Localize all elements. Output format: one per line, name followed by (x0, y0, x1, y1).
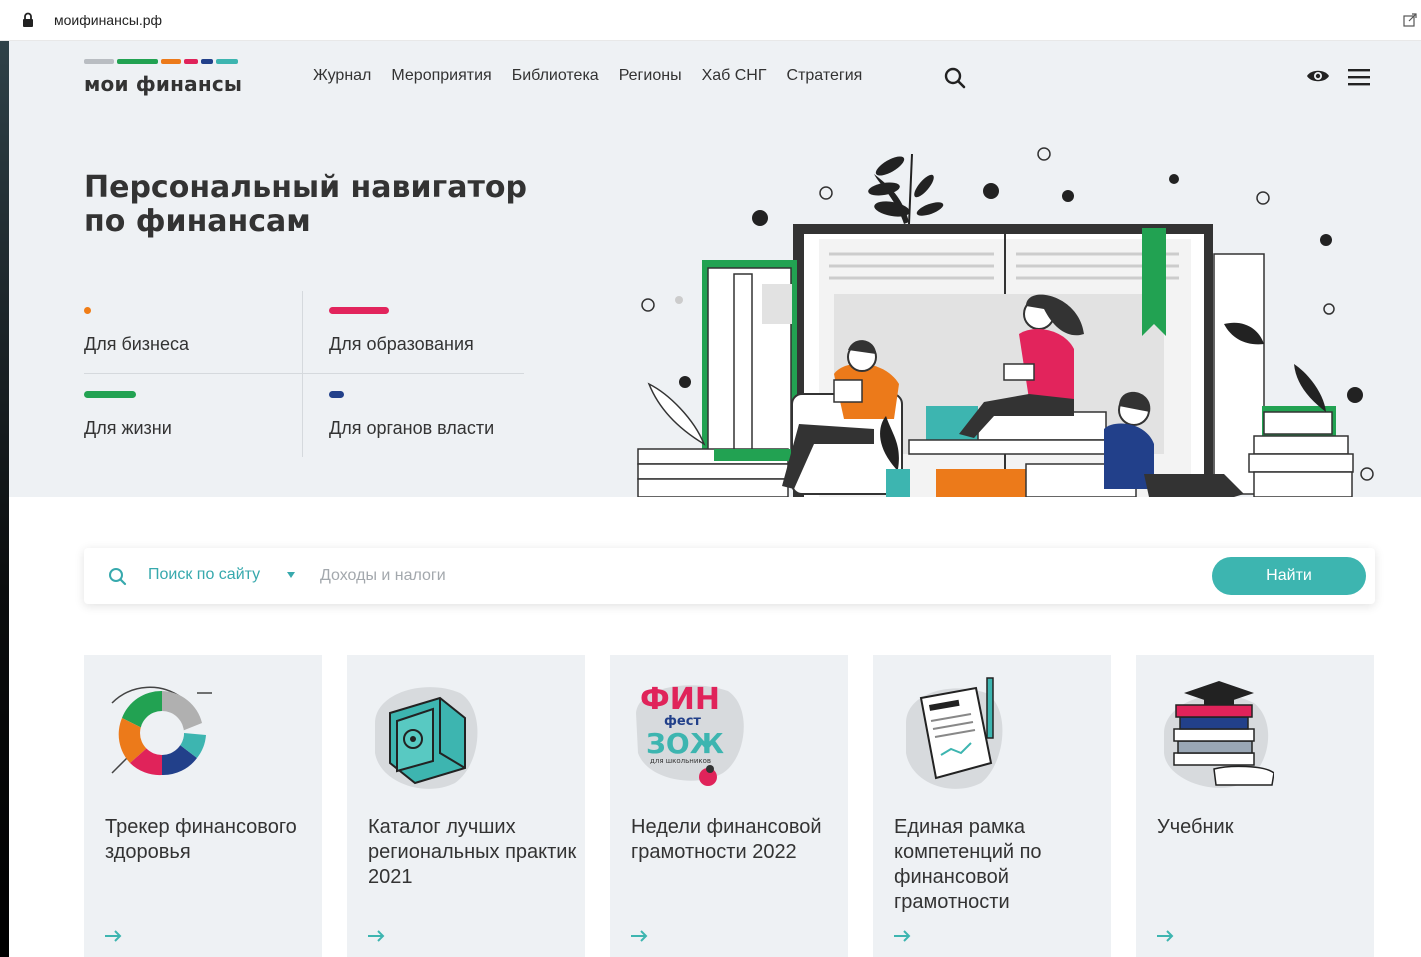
browser-address-bar: моифинансы.рф (0, 0, 1421, 41)
audience-label: Для жизни (84, 418, 172, 438)
fin-zozh-logo-icon (111, 686, 212, 776)
search-submit-button[interactable]: Найти (1212, 557, 1366, 595)
search-icon[interactable] (108, 567, 127, 586)
card-title: Трекер финансового здоровья (105, 816, 297, 863)
arrow-right-icon[interactable] (105, 929, 123, 943)
card-title: Единая рамка компетенций по финансовой г… (894, 816, 1042, 913)
plant-top (868, 153, 944, 225)
caret-down-icon[interactable] (287, 572, 295, 578)
finfest-zozh-icon: ФИН фест ЗОЖ для школьников (636, 682, 744, 786)
audience-color-bar (329, 391, 344, 398)
search-scope-dropdown[interactable]: Поиск по сайту (148, 566, 260, 584)
audience-life[interactable]: Для жизни (84, 375, 304, 458)
card-title: Каталог лучших региональных практик 2021 (368, 816, 577, 888)
arrow-right-icon[interactable] (1157, 929, 1175, 943)
window-edge (0, 41, 9, 957)
external-link-icon[interactable] (1403, 13, 1417, 27)
hamburger-menu-icon[interactable] (1348, 68, 1370, 86)
svg-text:ФИН: ФИН (640, 682, 720, 717)
nav-item-library[interactable]: Библиотека (512, 67, 599, 85)
nav-item-events[interactable]: Мероприятия (391, 67, 491, 85)
audience-color-bar (84, 391, 136, 398)
safe-icon (375, 687, 478, 789)
audience-color-bar (84, 307, 91, 314)
audience-color-bar (329, 307, 389, 314)
nav-item-journal[interactable]: Журнал (313, 67, 371, 85)
arrow-right-icon[interactable] (631, 929, 649, 943)
lock-icon (23, 12, 33, 27)
hero-title-line1: Персональный навигатор (84, 170, 527, 205)
address-url[interactable]: моифинансы.рф (54, 12, 162, 28)
hero-title: Персональный навигатор по финансам (84, 171, 564, 239)
hero-illustration (637, 147, 1374, 497)
audience-grid: Для бизнеса Для образования Для жизни Дл… (84, 291, 524, 457)
audience-business[interactable]: Для бизнеса (84, 291, 304, 374)
card-fin-literacy-weeks[interactable]: ФИН фест ЗОЖ для школьников Недели финан… (610, 655, 848, 957)
audience-government[interactable]: Для органов власти (329, 375, 549, 458)
document-icon (906, 677, 1003, 789)
card-title: Недели финансовой грамотности 2022 (631, 816, 822, 863)
eye-icon[interactable] (1306, 67, 1330, 85)
search-input[interactable] (320, 560, 1200, 592)
hero-title-line2: по финансам (84, 204, 311, 239)
arrow-right-icon[interactable] (368, 929, 386, 943)
site-logo[interactable]: мои финансы (84, 59, 244, 99)
card-title: Учебник (1157, 816, 1234, 838)
audience-label: Для органов власти (329, 418, 495, 438)
nav-item-regions[interactable]: Регионы (619, 67, 682, 85)
arrow-right-icon[interactable] (894, 929, 912, 943)
svg-text:ЗОЖ: ЗОЖ (646, 727, 724, 760)
nav-item-strategy[interactable]: Стратегия (787, 67, 863, 85)
card-fin-health-tracker[interactable]: Трекер финансового здоровья (84, 655, 322, 957)
audience-label: Для образования (329, 334, 474, 354)
audience-label: Для бизнеса (84, 334, 190, 354)
books-graduation-cap-icon (1164, 681, 1274, 788)
card-regional-practices[interactable]: Каталог лучших региональных практик 2021 (347, 655, 585, 957)
audience-education[interactable]: Для образования (329, 291, 549, 374)
nav-item-cis-hub[interactable]: Хаб СНГ (702, 67, 767, 85)
search-icon[interactable] (943, 66, 967, 90)
main-nav: Журнал Мероприятия Библиотека Регионы Ха… (313, 67, 862, 85)
site-search-bar: Поиск по сайту Найти (84, 548, 1375, 604)
card-competency-framework[interactable]: Единая рамка компетенций по финансовой г… (873, 655, 1111, 957)
logo-text: мои финансы (84, 72, 243, 96)
logo-color-bars (84, 59, 244, 64)
card-textbook[interactable]: Учебник (1136, 655, 1374, 957)
svg-text:для школьников: для школьников (650, 757, 711, 765)
